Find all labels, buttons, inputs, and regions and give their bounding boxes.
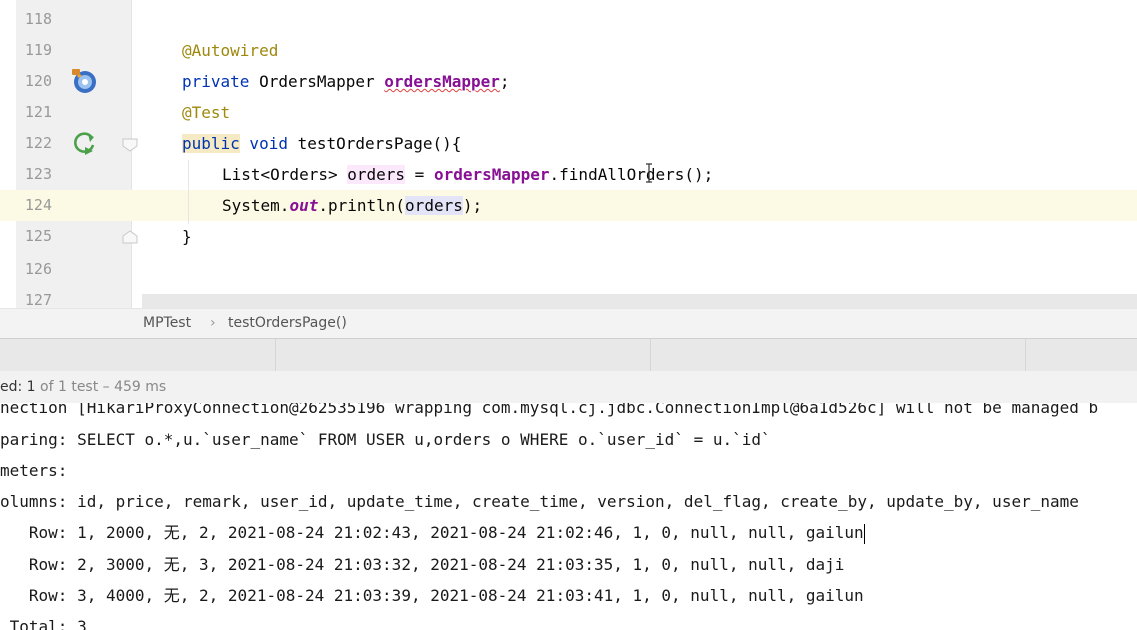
line-number: 120 <box>24 72 52 90</box>
toolbar-separator <box>275 339 276 371</box>
variable-orders: orders <box>347 165 406 184</box>
keyword-void: void <box>239 134 288 153</box>
code-line-120[interactable]: 120 private OrdersMapper ordersMapper; <box>0 66 1137 97</box>
closing-paren: ); <box>462 196 483 215</box>
indent-guide <box>188 160 189 224</box>
test-duration-label: of 1 test – 459 ms <box>35 379 167 395</box>
type-name: List<Orders> <box>222 165 348 184</box>
type-name: OrdersMapper <box>249 72 385 91</box>
console-line: Row: 1, 2000, 无, 2, 2021-08-24 21:02:43,… <box>0 517 865 548</box>
line-number: 123 <box>24 165 52 183</box>
toolbar-separator <box>650 339 651 371</box>
text-caret <box>863 523 865 544</box>
fold-marker-open[interactable] <box>122 137 138 152</box>
keyword-private: private <box>182 72 250 91</box>
text-cursor-icon <box>646 163 652 183</box>
static-field-out: out <box>289 196 319 215</box>
field-orders-mapper: ordersMapper <box>384 72 500 91</box>
code-line-119[interactable]: 119 @Autowired <box>0 35 1137 66</box>
run-tool-window-header <box>0 338 1137 372</box>
console-line: Row: 2, 3000, 无, 3, 2021-08-24 21:03:32,… <box>0 555 845 574</box>
console-line-text: Row: 1, 2000, 无, 2, 2021-08-24 21:02:43,… <box>0 523 864 542</box>
fold-marker-close[interactable] <box>122 229 138 244</box>
line-number: 118 <box>24 10 52 28</box>
console-line: Total: 3 <box>0 617 87 630</box>
annotation-test: @Test <box>182 103 231 122</box>
code-text: @Autowired <box>182 35 278 66</box>
line-number: 126 <box>24 260 52 278</box>
variable-orders: orders <box>405 196 463 215</box>
code-text: private OrdersMapper ordersMapper; <box>182 66 510 97</box>
operator: = <box>405 165 434 184</box>
field-orders-mapper: ordersMapper <box>433 165 550 184</box>
code-text: } <box>182 221 192 252</box>
console-line: olumns: id, price, remark, user_id, upda… <box>0 492 1079 511</box>
console-line: nection [HikariProxyConnection@262535196… <box>0 403 1099 417</box>
class-name: System. <box>222 196 290 215</box>
method-call: .findAllOrders(); <box>549 165 714 184</box>
line-number: 125 <box>24 227 52 245</box>
horizontal-scrollbar[interactable] <box>142 294 1137 308</box>
code-line-122[interactable]: 122 public void testOrdersPage(){ <box>0 128 1137 159</box>
code-text: List<Orders> orders = ordersMapper.findA… <box>222 159 713 190</box>
code-editor[interactable]: 118 119 @Autowired 120 private OrdersMap… <box>0 0 1137 308</box>
console-line: Row: 3, 4000, 无, 2, 2021-08-24 21:03:39,… <box>0 586 864 605</box>
line-number: 127 <box>24 291 52 308</box>
console-line: meters: <box>0 461 78 480</box>
keyword-public: public <box>182 134 240 153</box>
breadcrumb: MPTest › testOrdersPage() <box>0 308 1137 339</box>
console-line: paring: SELECT o.*,u.`user_name` FROM US… <box>0 430 771 449</box>
breadcrumb-method[interactable]: testOrdersPage() <box>228 315 347 331</box>
code-line-125[interactable]: 125 } <box>0 221 1137 252</box>
annotation-autowired: @Autowired <box>182 41 279 60</box>
code-text: @Test <box>182 97 230 128</box>
bean-gutter-icon[interactable] <box>68 66 100 100</box>
test-status-bar: ed: 1 of 1 test – 459 ms <box>0 371 1137 403</box>
code-line-118[interactable]: 118 <box>0 4 1137 35</box>
method-signature: testOrdersPage(){ <box>287 134 462 153</box>
code-text: System.out.println(orders); <box>222 190 482 221</box>
closing-brace: } <box>182 227 192 246</box>
breadcrumb-separator: › <box>210 315 216 331</box>
code-line-124[interactable]: 124 System.out.println(orders); <box>0 190 1137 221</box>
console-output[interactable]: nection [HikariProxyConnection@262535196… <box>0 403 1137 630</box>
tests-passed-label: ed: 1 <box>0 379 36 395</box>
line-number: 124 <box>24 196 52 214</box>
line-number: 119 <box>24 41 52 59</box>
method-call: .println( <box>318 196 406 215</box>
semicolon: ; <box>499 72 510 91</box>
code-line-126[interactable]: 126 <box>0 254 1137 285</box>
breadcrumb-class[interactable]: MPTest <box>143 315 191 331</box>
code-text: public void testOrdersPage(){ <box>182 128 461 159</box>
toolbar-separator <box>1025 339 1026 371</box>
run-test-icon[interactable] <box>72 130 98 160</box>
code-line-123[interactable]: 123 List<Orders> orders = ordersMapper.f… <box>0 159 1137 190</box>
code-line-121[interactable]: 121 @Test <box>0 97 1137 128</box>
line-number: 121 <box>24 103 52 121</box>
line-number: 122 <box>24 134 52 152</box>
